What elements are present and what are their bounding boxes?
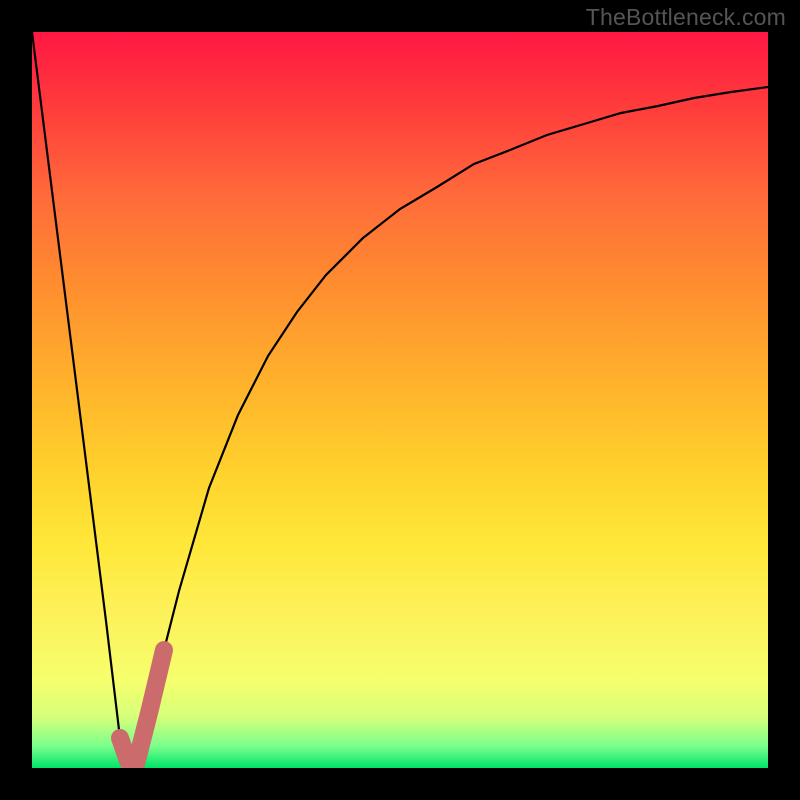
bottleneck-curve xyxy=(32,32,768,768)
chart-frame: TheBottleneck.com xyxy=(0,0,800,800)
curves-svg xyxy=(32,32,768,768)
watermark-text: TheBottleneck.com xyxy=(586,4,786,31)
highlight-segment xyxy=(120,650,164,768)
plot-area xyxy=(32,32,768,768)
